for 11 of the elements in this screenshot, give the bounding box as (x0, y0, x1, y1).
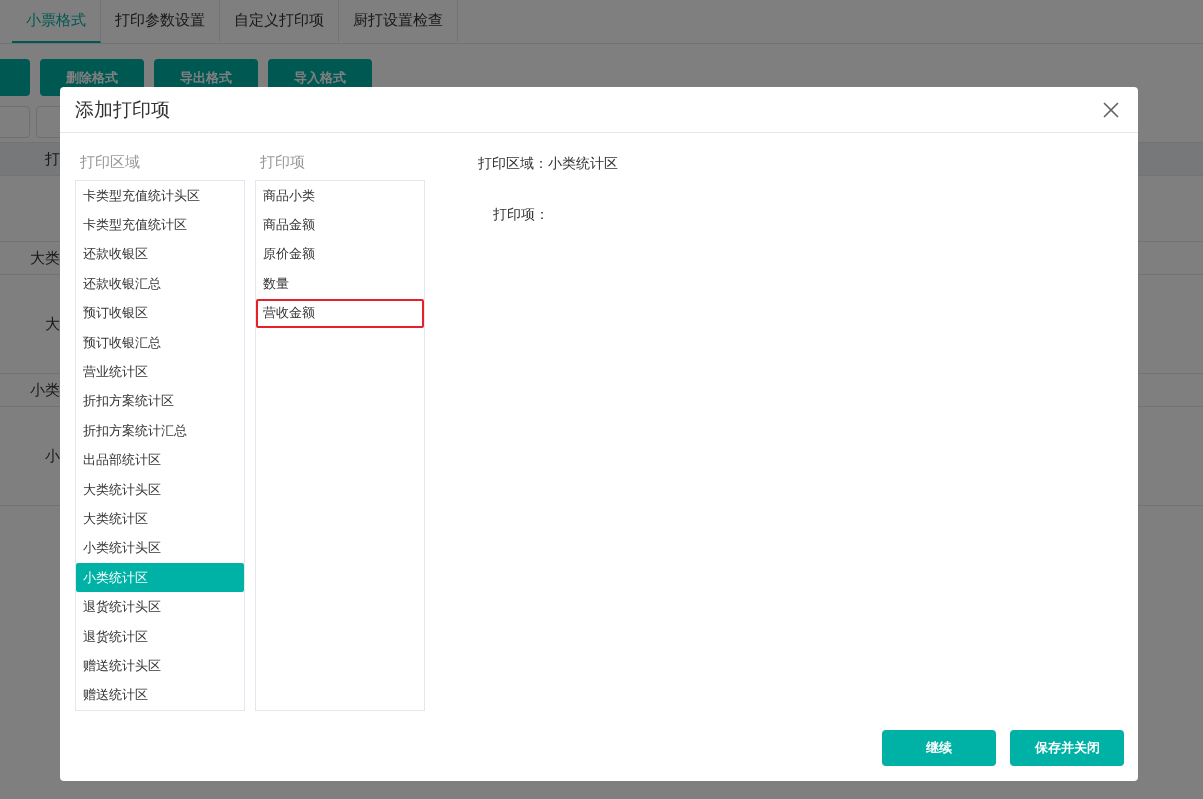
items-label: 打印项： (493, 206, 549, 224)
column-label: 打印项 (259, 153, 306, 172)
table-cell-text: 大类 (29, 248, 60, 268)
area-value: 小类统计区 (548, 155, 618, 173)
area-label: 打印区域： (478, 155, 548, 173)
table-header-cell-text: 打 (44, 149, 60, 169)
table-cell-text: 大 (44, 314, 60, 334)
table-cell-text: 小类 (29, 380, 60, 400)
table-cell-text: 小 (44, 446, 60, 466)
column-label: 打印区域 (79, 153, 141, 172)
dialog-title: 添加打印项 (75, 97, 170, 122)
